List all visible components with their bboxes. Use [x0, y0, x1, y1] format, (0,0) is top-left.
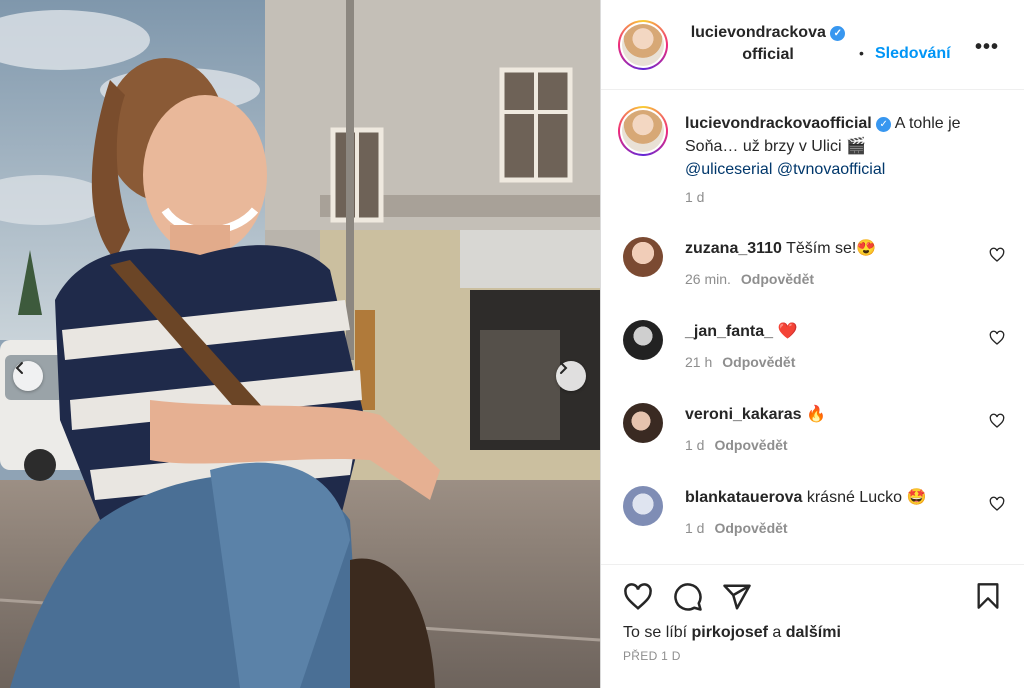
heart-icon[interactable] — [989, 330, 1005, 346]
comment-text: _jan_fanta_ ❤️ — [685, 322, 975, 342]
reply-button[interactable]: Odpovědět — [741, 271, 814, 287]
reply-button[interactable]: Odpovědět — [714, 520, 787, 536]
comment-item: _jan_fanta_ ❤️ 21 h Odpovědět — [601, 320, 1024, 400]
verified-icon: ✓ — [830, 26, 846, 41]
heart-icon[interactable] — [989, 247, 1005, 263]
comment-item: zuzana_3110 Těším se!😍 26 min. Odpovědět — [601, 237, 1024, 317]
bookmark-icon[interactable] — [974, 582, 1002, 610]
comment-username[interactable]: zuzana_3110 — [685, 240, 782, 257]
comment-icon[interactable] — [673, 582, 703, 612]
author-avatar[interactable] — [618, 20, 668, 70]
comment-username[interactable]: blankatauerova — [685, 489, 802, 506]
author-username-line1: lucievondrackova — [690, 24, 826, 41]
comment-item: veroni_kakaras 🔥 1 d Odpovědět — [601, 403, 1024, 483]
post-actions: To se líbí pirkojosef a dalšími PŘED 1 D — [601, 564, 1024, 688]
comment-body: 🔥 — [801, 406, 826, 423]
heart-icon[interactable] — [989, 413, 1005, 429]
likes-prefix: To se líbí — [623, 624, 692, 641]
comment-text: zuzana_3110 Těším se!😍 — [685, 239, 975, 259]
comment-text: veroni_kakaras 🔥 — [685, 405, 975, 425]
commenter-avatar[interactable] — [623, 486, 663, 526]
comment-time: 21 h — [685, 354, 713, 370]
comment-username[interactable]: veroni_kakaras — [685, 406, 802, 423]
likes-others-link[interactable]: dalšími — [786, 624, 841, 641]
comment-meta: 26 min. Odpovědět — [685, 271, 814, 287]
following-button[interactable]: Sledování — [875, 45, 951, 63]
author-username-link[interactable]: lucievondrackova ✓ official — [683, 22, 853, 66]
comment-item: blankatauerova krásné Lucko 🤩 1 d Odpověd… — [601, 486, 1024, 566]
caption-username[interactable]: lucievondrackovaofficial — [685, 115, 872, 132]
likes-mid: a — [767, 624, 786, 641]
comment-username[interactable]: _jan_fanta_ — [685, 323, 773, 340]
commenter-avatar[interactable] — [623, 403, 663, 443]
mention-link[interactable]: @uliceserial — [685, 161, 772, 178]
liker-username[interactable]: pirkojosef — [691, 624, 767, 641]
comment-meta: 1 d Odpovědět — [685, 437, 788, 453]
post-timestamp: PŘED 1 D — [623, 649, 681, 663]
previous-photo-button[interactable] — [13, 361, 43, 391]
mention-link[interactable]: @tvnovaofficial — [777, 161, 885, 178]
heart-icon[interactable] — [623, 582, 653, 612]
comment-body: krásné Lucko 🤩 — [802, 489, 927, 506]
verified-icon: ✓ — [876, 117, 892, 132]
reply-button[interactable]: Odpovědět — [722, 354, 795, 370]
commenter-avatar[interactable] — [623, 320, 663, 360]
next-photo-button[interactable] — [556, 361, 586, 391]
caption-avatar[interactable] — [618, 106, 668, 156]
chevron-left-icon — [15, 362, 23, 374]
comment-time: 1 d — [685, 520, 705, 536]
post-sidebar: lucievondrackova ✓ official • Sledování … — [600, 0, 1024, 688]
share-icon[interactable] — [722, 582, 752, 612]
photo-illustration — [0, 0, 600, 688]
commenter-avatar[interactable] — [623, 237, 663, 277]
likes-summary: To se líbí pirkojosef a dalšími — [623, 624, 841, 642]
reply-button[interactable]: Odpovědět — [714, 437, 787, 453]
comment-text: blankatauerova krásné Lucko 🤩 — [685, 488, 975, 508]
post-photo[interactable] — [0, 0, 600, 688]
comment-meta: 1 d Odpovědět — [685, 520, 788, 536]
comment-time: 1 d — [685, 437, 705, 453]
post-header: lucievondrackova ✓ official • Sledování … — [601, 0, 1024, 90]
comment-meta: 21 h Odpovědět — [685, 354, 795, 370]
caption-timestamp: 1 d — [685, 189, 705, 205]
comment-body: Těším se!😍 — [781, 240, 877, 257]
more-icon[interactable]: ••• — [975, 36, 999, 59]
heart-icon[interactable] — [989, 496, 1005, 512]
comment-body: ❤️ — [773, 323, 798, 340]
separator-dot: • — [859, 45, 864, 61]
chevron-right-icon — [560, 362, 568, 374]
caption-text: lucievondrackovaofficial ✓ A tohle je So… — [685, 112, 985, 181]
author-username-line2: official — [742, 46, 794, 63]
comment-time: 26 min. — [685, 271, 731, 287]
